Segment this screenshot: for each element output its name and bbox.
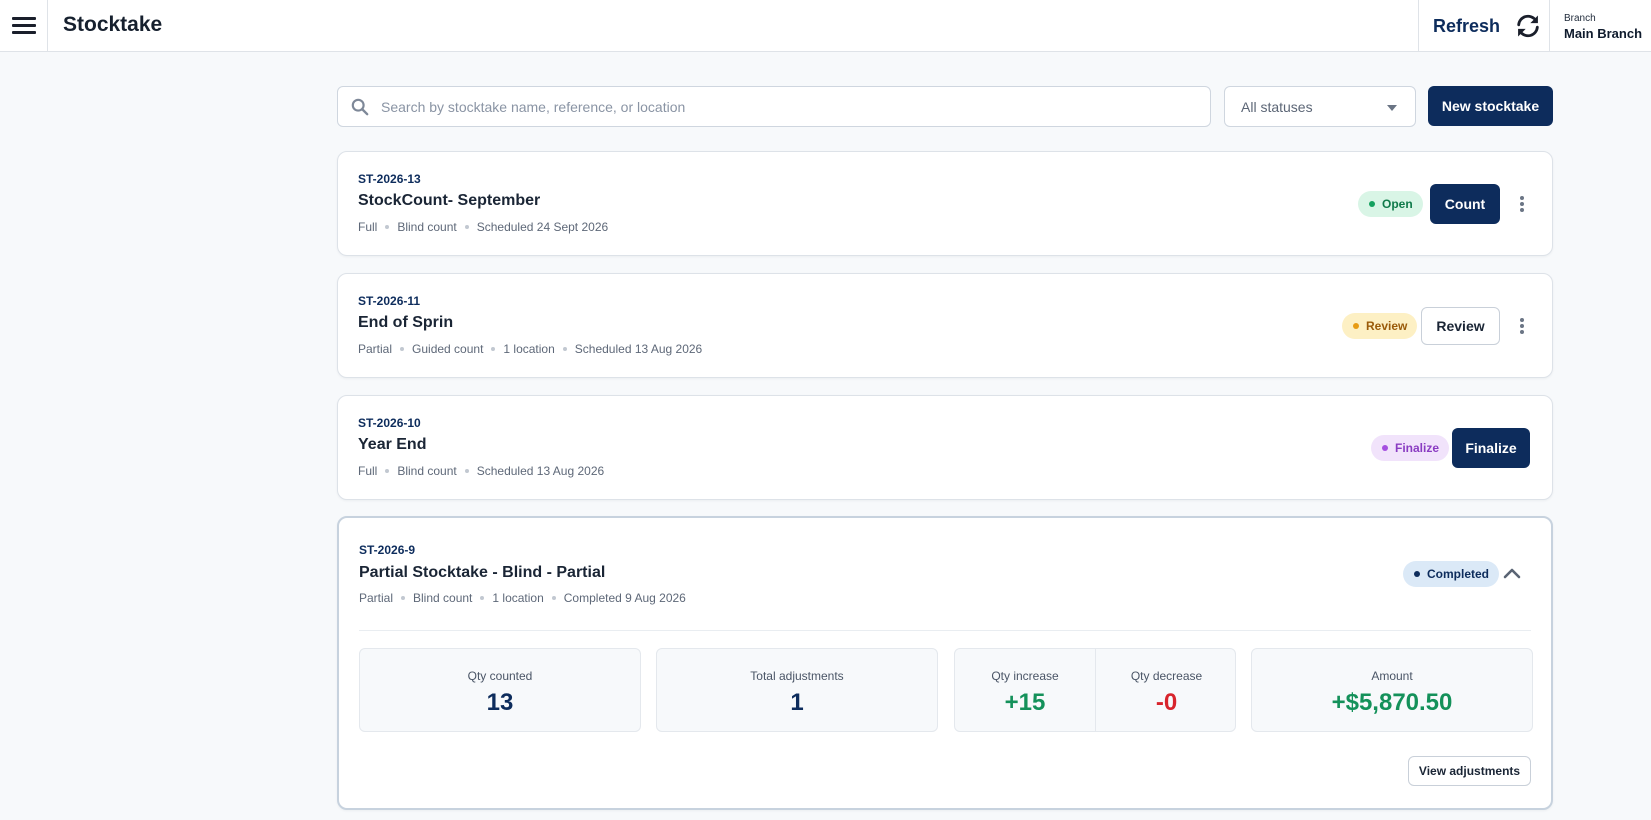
search-icon — [351, 98, 369, 115]
status-badge-label: Review — [1366, 319, 1408, 333]
review-button[interactable]: Review — [1421, 307, 1500, 345]
stat-label: Qty counted — [467, 669, 533, 683]
stat-qty-change: Qty increase +15 Qty decrease -0 — [954, 648, 1236, 732]
status-filter-value: All statuses — [1241, 98, 1313, 115]
status-badge-label: Finalize — [1395, 441, 1440, 455]
chevron-up-icon[interactable] — [1500, 562, 1524, 586]
stat-value: 1 — [790, 689, 804, 716]
meta-date: Scheduled 24 Sept 2026 — [476, 220, 609, 234]
stocktake-reference: ST-2026-11 — [358, 294, 421, 308]
meta-count-type: Blind count — [413, 591, 473, 605]
refresh-icon — [1517, 14, 1539, 38]
search-input[interactable] — [381, 98, 1210, 115]
stocktake-name: Partial Stocktake - Blind - Partial — [359, 564, 606, 581]
meta-date: Scheduled 13 Aug 2026 — [476, 464, 605, 478]
stat-value: -0 — [1155, 689, 1178, 716]
stat-label: Qty decrease — [1130, 669, 1203, 683]
stocktake-card[interactable]: ST-2026-11 End of Sprin Partial Guided c… — [337, 273, 1553, 378]
meta-date: Completed 9 Aug 2026 — [563, 591, 686, 605]
stocktake-name: Year End — [358, 436, 427, 453]
more-options-icon[interactable] — [1514, 192, 1530, 216]
new-stocktake-button[interactable]: New stocktake — [1428, 86, 1553, 126]
meta-scope: Full — [358, 464, 378, 478]
stocktake-card-expanded[interactable]: ST-2026-9 Partial Stocktake - Blind - Pa… — [337, 516, 1553, 810]
stat-qty-increase: Qty increase +15 — [955, 649, 1095, 731]
stat-amount: Amount +$5,870.50 — [1251, 648, 1533, 732]
menu-button[interactable] — [0, 0, 48, 52]
stat-total-adjustments: Total adjustments 1 — [656, 648, 938, 732]
stat-value: +15 — [1004, 689, 1046, 716]
refresh-label: Refresh — [1433, 15, 1501, 36]
stocktake-card[interactable]: ST-2026-13 StockCount- September Full Bl… — [337, 151, 1553, 256]
stocktake-meta: Partial Guided count 1 location Schedule… — [358, 342, 702, 356]
status-badge-label: Completed — [1427, 567, 1490, 581]
meta-count-type: Blind count — [397, 220, 457, 234]
stat-label: Qty increase — [991, 669, 1059, 683]
stocktake-reference: ST-2026-13 — [358, 172, 421, 186]
branch-selector[interactable]: Branch Main Branch — [1564, 13, 1642, 41]
view-adjustments-button[interactable]: View adjustments — [1408, 756, 1531, 786]
status-badge-label: Open — [1382, 197, 1413, 211]
count-button[interactable]: Count — [1430, 184, 1500, 224]
stat-qty-decrease: Qty decrease -0 — [1096, 649, 1237, 731]
branch-name: Main Branch — [1564, 26, 1643, 41]
meta-locations: 1 location — [492, 591, 544, 605]
status-badge: Completed — [1403, 561, 1500, 587]
stat-label: Total adjustments — [750, 669, 844, 683]
branch-label: Branch — [1564, 13, 1596, 24]
stat-value: 13 — [486, 689, 514, 716]
divider — [359, 630, 1531, 631]
meta-count-type: Blind count — [397, 464, 457, 478]
stocktake-name: End of Sprin — [358, 314, 454, 331]
refresh-button[interactable]: Refresh — [1418, 0, 1550, 52]
status-filter-select[interactable]: All statuses — [1224, 86, 1416, 127]
meta-count-type: Guided count — [412, 342, 484, 356]
meta-date: Scheduled 13 Aug 2026 — [574, 342, 703, 356]
status-badge: Open — [1358, 191, 1423, 217]
chevron-down-icon — [1387, 104, 1397, 111]
stocktake-reference: ST-2026-10 — [358, 416, 421, 430]
status-badge: Review — [1342, 313, 1418, 339]
meta-scope: Partial — [358, 342, 393, 356]
more-options-icon[interactable] — [1514, 314, 1530, 338]
stat-qty-counted: Qty counted 13 — [359, 648, 641, 732]
meta-scope: Partial — [359, 591, 394, 605]
meta-scope: Full — [358, 220, 378, 234]
stocktake-card[interactable]: ST-2026-10 Year End Full Blind count Sch… — [337, 395, 1553, 500]
stat-label: Amount — [1371, 669, 1413, 683]
stocktake-meta: Full Blind count Scheduled 13 Aug 2026 — [358, 464, 604, 478]
stat-value: +$5,870.50 — [1331, 689, 1453, 716]
status-badge: Finalize — [1371, 435, 1450, 461]
stocktake-meta: Full Blind count Scheduled 24 Sept 2026 — [358, 220, 608, 234]
page-title: Stocktake — [63, 13, 163, 36]
top-bar: Stocktake Refresh Branch Main Branch — [0, 0, 1651, 52]
stocktake-meta: Partial Blind count 1 location Completed… — [359, 591, 686, 605]
search-box[interactable] — [337, 86, 1211, 127]
hamburger-menu-icon — [11, 17, 36, 35]
stocktake-reference: ST-2026-9 — [359, 543, 416, 557]
meta-locations: 1 location — [503, 342, 555, 356]
finalize-button[interactable]: Finalize — [1452, 428, 1530, 468]
stocktake-name: StockCount- September — [358, 192, 541, 209]
